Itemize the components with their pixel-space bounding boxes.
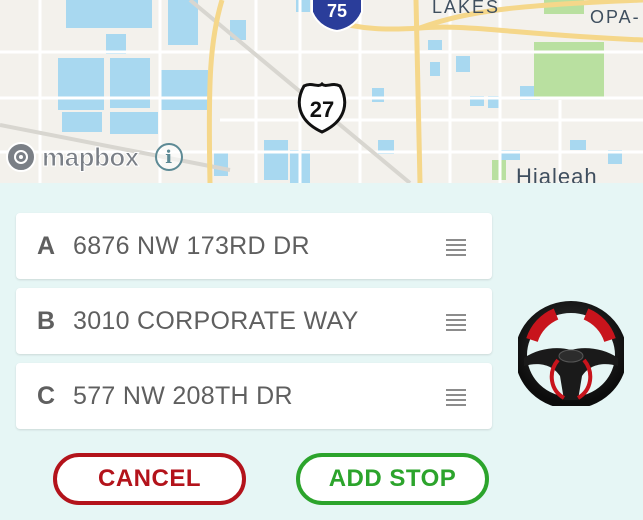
cancel-button[interactable]: CANCEL bbox=[53, 453, 246, 505]
drag-handle-icon[interactable] bbox=[446, 389, 466, 409]
map-label-lakes: LAKES bbox=[432, 0, 501, 17]
add-stop-button[interactable]: ADD STOP bbox=[296, 453, 489, 505]
map-attribution: mapbox i bbox=[6, 140, 183, 174]
map-label-city: Hialeah bbox=[516, 164, 598, 183]
stop-row-a[interactable]: A 6876 NW 173RD DR bbox=[16, 213, 492, 279]
mapbox-wordmark[interactable]: mapbox bbox=[42, 141, 140, 173]
stop-letter: C bbox=[37, 381, 56, 410]
stop-address: 6876 NW 173RD DR bbox=[73, 231, 310, 260]
stop-row-c[interactable]: C 577 NW 208TH DR bbox=[16, 363, 492, 429]
stop-address: 577 NW 208TH DR bbox=[73, 381, 293, 410]
stop-address: 3010 CORPORATE WAY bbox=[73, 306, 359, 335]
map-view[interactable]: 75 27 LAKES OPA- Hialeah mapbox i bbox=[0, 0, 643, 183]
steering-wheel-icon[interactable] bbox=[515, 300, 627, 409]
interstate-number: 75 bbox=[327, 1, 347, 21]
map-label-opa: OPA- bbox=[590, 7, 641, 27]
stop-letter: A bbox=[37, 231, 56, 260]
drag-handle-icon[interactable] bbox=[446, 314, 466, 334]
us-route-number: 27 bbox=[310, 97, 334, 122]
stop-letter: B bbox=[37, 306, 56, 335]
drag-handle-icon[interactable] bbox=[446, 239, 466, 259]
stop-list: A 6876 NW 173RD DR B 3010 CORPORATE WAY … bbox=[16, 213, 492, 438]
info-icon[interactable]: i bbox=[154, 143, 183, 171]
mapbox-logo-icon[interactable] bbox=[6, 142, 36, 172]
stop-row-b[interactable]: B 3010 CORPORATE WAY bbox=[16, 288, 492, 354]
